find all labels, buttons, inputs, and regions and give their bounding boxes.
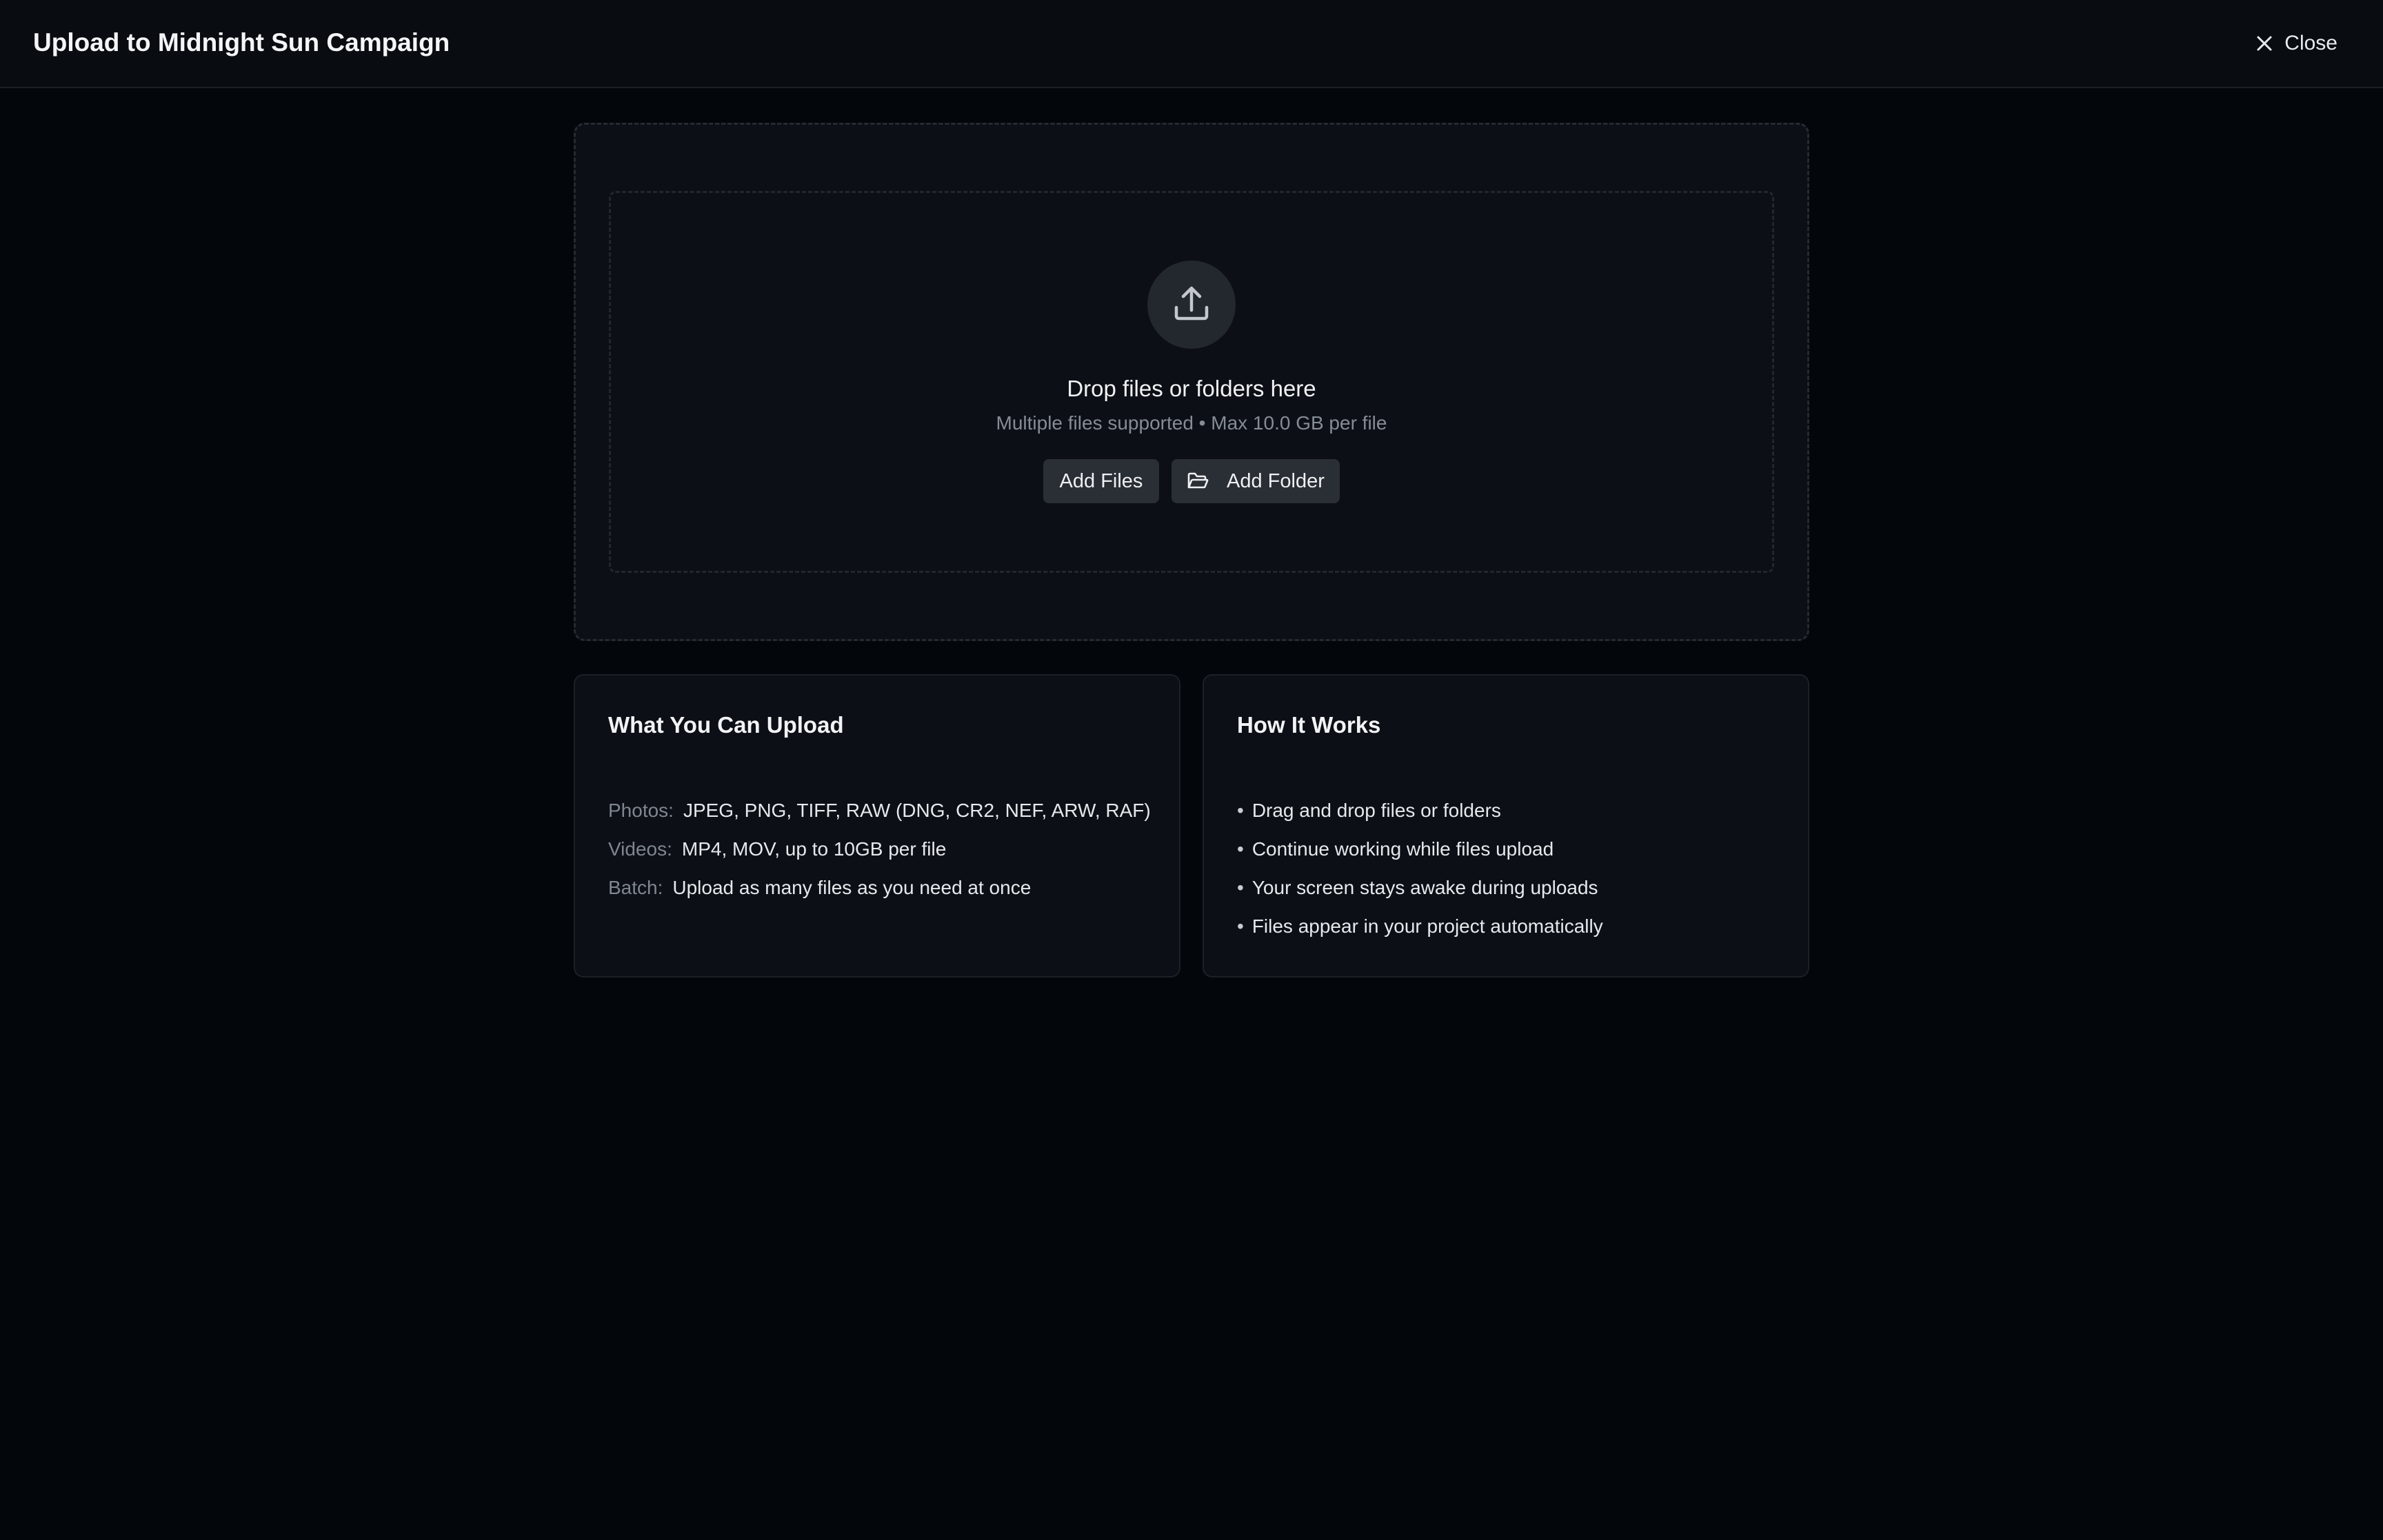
- bullet: •: [1237, 915, 1244, 937]
- list-item: Batch: Upload as many files as you need a…: [608, 875, 1151, 914]
- dropzone-title: Drop files or folders here: [1067, 376, 1316, 401]
- drop-target-area[interactable]: Drop files or folders here Multiple file…: [609, 191, 1774, 573]
- folder-open-icon: [1187, 472, 1209, 491]
- list-item: • Your screen stays awake during uploads: [1237, 875, 1603, 914]
- list-item: • Drag and drop files or folders: [1237, 798, 1603, 837]
- page-title: Upload to Midnight Sun Campaign: [33, 28, 450, 57]
- upload-types-title: What You Can Upload: [608, 712, 844, 738]
- upload-icon: [1169, 281, 1214, 329]
- upload-icon-badge: [1147, 261, 1236, 349]
- add-folder-label: Add Folder: [1227, 469, 1325, 492]
- how-it-works-card: How It Works • Drag and drop files or fol…: [1203, 674, 1809, 977]
- spec-label: Videos:: [608, 838, 672, 860]
- spec-label: Batch:: [608, 877, 663, 898]
- list-item-text: Files appear in your project automatical…: [1251, 915, 1603, 937]
- list-item: • Files appear in your project automatica…: [1237, 914, 1603, 953]
- list-item-text: Your screen stays awake during uploads: [1251, 877, 1598, 898]
- dropzone-subtitle: Multiple files supported • Max 10.0 GB p…: [996, 412, 1387, 434]
- list-item: Photos: JPEG, PNG, TIFF, RAW (DNG, CR2, N…: [608, 798, 1151, 837]
- spec-label: Photos:: [608, 800, 674, 821]
- add-files-button[interactable]: Add Files: [1043, 459, 1159, 503]
- dropzone-actions: Add Files Add Folder: [611, 459, 1772, 503]
- bullet: •: [1237, 877, 1244, 898]
- list-item: Videos: MP4, MOV, up to 10GB per file: [608, 837, 1151, 875]
- how-it-works-list: • Drag and drop files or folders • Continu…: [1237, 798, 1603, 953]
- list-item: • Continue working while files upload: [1237, 837, 1603, 875]
- bullet: •: [1237, 838, 1244, 860]
- close-icon: [2255, 34, 2273, 52]
- bullet: •: [1237, 800, 1244, 821]
- close-label: Close: [2284, 32, 2337, 54]
- upload-types-card: What You Can Upload Photos: JPEG, PNG, TI…: [574, 674, 1180, 977]
- list-item-text: Drag and drop files or folders: [1251, 800, 1501, 821]
- how-it-works-title: How It Works: [1237, 712, 1381, 738]
- add-folder-button[interactable]: Add Folder: [1172, 459, 1340, 503]
- spec-value: JPEG, PNG, TIFF, RAW (DNG, CR2, NEF, ARW…: [683, 800, 1151, 821]
- spec-value: Upload as many files as you need at once: [672, 877, 1032, 898]
- upload-types-list: Photos: JPEG, PNG, TIFF, RAW (DNG, CR2, N…: [608, 798, 1151, 914]
- close-button[interactable]: Close: [2255, 26, 2337, 61]
- spec-value: MP4, MOV, up to 10GB per file: [681, 838, 947, 860]
- upload-dropzone-card[interactable]: Drop files or folders here Multiple file…: [574, 123, 1809, 641]
- top-bar: Upload to Midnight Sun Campaign Close: [0, 0, 2383, 88]
- list-item-text: Continue working while files upload: [1251, 838, 1554, 860]
